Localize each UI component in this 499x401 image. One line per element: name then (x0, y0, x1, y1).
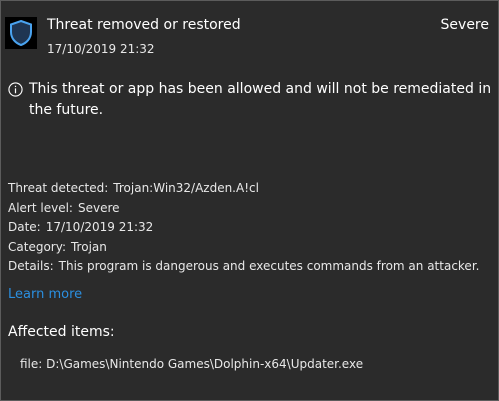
detail-value: Trojan (70, 239, 107, 254)
affected-item: file: D:\Games\Nintendo Games\Dolphin-x6… (20, 357, 364, 371)
detail-label: Date: (8, 220, 41, 234)
threat-timestamp: 17/10/2019 21:32 (47, 42, 155, 56)
detail-row-date: Date: 17/10/2019 21:32 (8, 218, 479, 238)
detail-value: This program is dangerous and executes c… (58, 259, 480, 273)
detail-value: Severe (77, 200, 120, 215)
threat-detail-panel: Threat removed or restored Severe 17/10/… (0, 0, 499, 401)
detail-label: Threat detected: (8, 181, 109, 195)
learn-more-link[interactable]: Learn more (8, 287, 82, 302)
threat-details: Threat detected: Trojan:Win32/Azden.A!cl … (8, 179, 479, 277)
detail-row-threat: Threat detected: Trojan:Win32/Azden.A!cl (8, 179, 479, 199)
detail-row-details: Details: This program is dangerous and ex… (8, 257, 479, 277)
detail-label: Alert level: (8, 200, 73, 215)
detail-row-category: Category: Trojan (8, 238, 479, 258)
affected-items-heading: Affected items: (8, 324, 115, 340)
detail-value: 17/10/2019 21:32 (45, 220, 154, 234)
detail-label: Details: (8, 259, 54, 273)
info-icon (8, 82, 23, 97)
detail-label: Category: (8, 239, 66, 254)
detail-value: Trojan:Win32/Azden.A!cl (113, 181, 259, 195)
allowed-notice: This threat or app has been allowed and … (8, 79, 494, 121)
detail-row-alert-level: Alert level: Severe (8, 199, 479, 219)
severity-label: Severe (440, 17, 489, 33)
shield-icon (5, 17, 37, 49)
allowed-notice-text: This threat or app has been allowed and … (29, 81, 492, 118)
threat-title: Threat removed or restored (47, 17, 241, 33)
